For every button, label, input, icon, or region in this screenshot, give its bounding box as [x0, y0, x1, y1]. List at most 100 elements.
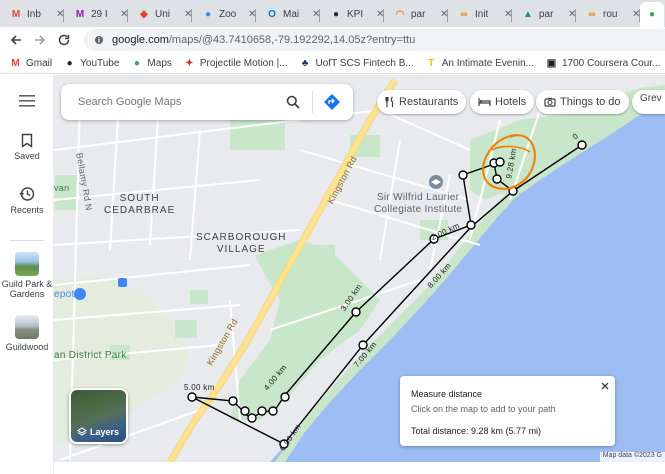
layers-label: Layers [90, 427, 120, 437]
map-attribution: Map data ©2023 G [599, 452, 665, 462]
tab-close-icon[interactable]: ✕ [56, 9, 64, 20]
tab-close-icon[interactable]: ✕ [184, 9, 192, 20]
browser-tab[interactable]: ● KPI ✕ [320, 2, 384, 27]
south-label-line: SOUTH [119, 193, 160, 204]
scarborough-label-line: SCARBOROUGH [196, 232, 287, 243]
tab-title: Mai [283, 9, 300, 20]
browser-tab[interactable]: M Inb ✕ [0, 2, 64, 27]
address-bar[interactable]: google.com/maps/@43.7410658,-79.192292,1… [84, 29, 665, 51]
recent-place-guildwood[interactable]: Guildwood [0, 315, 54, 352]
close-icon [601, 382, 609, 390]
school-label: Sir Wilfrid Laurier Collegiate Institute [374, 192, 462, 216]
bookmark-item[interactable]: ▣ 1700 Coursera Cour... [546, 58, 661, 69]
maps-pin-icon: ● [133, 57, 140, 69]
more-chip[interactable]: Grev [632, 90, 665, 114]
google-drive-icon: ▲ [523, 9, 533, 20]
saved-label: Saved [14, 151, 40, 161]
browser-tab[interactable]: ∞ rou ✕ [576, 2, 640, 27]
directions-button[interactable] [317, 87, 347, 117]
t-icon: T [428, 57, 435, 69]
tab-title: 29 I [91, 9, 108, 20]
saved-button[interactable]: Saved [0, 133, 54, 161]
orange-ring-icon: ◠ [395, 9, 405, 20]
browser-tab[interactable]: ∞ Init ✕ [448, 2, 512, 27]
reload-button[interactable] [52, 28, 76, 52]
search-icon [286, 95, 300, 109]
tab-close-icon[interactable]: ✕ [248, 9, 256, 20]
guild-park-label: Guild Park & Gardens [1, 279, 53, 299]
browser-tab[interactable]: O Mai ✕ [256, 2, 320, 27]
guild-park-thumbnail [15, 252, 39, 276]
bookmark-item[interactable]: ♣ UofT SCS Fintech B... [300, 58, 414, 69]
school-label-line2: Collegiate Institute [374, 204, 463, 215]
google-maps-icon: ● [648, 9, 656, 20]
recent-place-guild-park[interactable]: Guild Park & Gardens [0, 252, 54, 299]
bookmark-item[interactable]: M Gmail [10, 58, 52, 69]
tab-close-icon[interactable]: ✕ [568, 9, 576, 20]
browser-tab[interactable]: ◆ Uni ✕ [128, 2, 192, 27]
tab-title: Uni [155, 9, 171, 20]
coursera-icon: ∞ [588, 9, 596, 20]
directions-icon [324, 94, 340, 110]
history-icon [19, 187, 35, 201]
tab-close-icon[interactable]: ✕ [504, 9, 512, 20]
gmail-icon: M [11, 57, 20, 69]
site-info-icon [95, 36, 103, 44]
bookmark-item[interactable]: ✦ Projectile Motion |... [184, 58, 287, 69]
forward-button[interactable] [28, 28, 52, 52]
zoom-icon: ● [204, 9, 212, 20]
search-box: Search Google Maps [61, 84, 353, 120]
bed-icon [478, 98, 491, 106]
browser-toolbar: google.com/maps/@43.7410658,-79.192292,1… [0, 27, 665, 53]
search-separator [312, 91, 313, 113]
browser-tab[interactable]: M 29 I ✕ [64, 2, 128, 27]
tab-title: par [539, 9, 554, 20]
maps-window: { "browser": { "tabs": [ {"icon": "gmail… [0, 0, 665, 474]
rail-divider [10, 240, 44, 241]
hotels-chip[interactable]: Hotels [470, 90, 535, 114]
tab-title: KPI [347, 9, 364, 20]
school-label-line1: Sir Wilfrid Laurier [376, 192, 460, 203]
gitlab-icon: ◆ [140, 9, 148, 20]
back-button[interactable] [4, 28, 28, 52]
tab-close-icon[interactable]: ✕ [440, 9, 448, 20]
tab-close-icon[interactable]: ✕ [120, 9, 128, 20]
bookmark-label: UofT SCS Fintech B... [315, 57, 414, 69]
browser-tab[interactable]: ● [640, 2, 664, 27]
bookmark-item[interactable]: ● YouTube [64, 57, 120, 69]
guildwood-label: Guildwood [5, 342, 49, 352]
depot-label: epot [54, 289, 75, 300]
search-button[interactable] [278, 87, 308, 117]
things-to-do-chip[interactable]: Things to do [536, 90, 629, 114]
browser-tab[interactable]: ▲ par ✕ [512, 2, 576, 27]
bookmark-item[interactable]: ● Maps [131, 57, 172, 69]
distance-label-5: 5.00 km [184, 383, 215, 392]
depot-marker [74, 288, 86, 300]
url-path: /maps/@43.7410658,-79.192292,14.05z?entr… [168, 34, 416, 46]
tab-close-icon[interactable]: ✕ [632, 9, 640, 20]
outlook-icon: O [268, 9, 276, 20]
park-block-2 [175, 320, 197, 338]
tab-close-icon[interactable]: ✕ [312, 9, 320, 20]
things-to-do-label: Things to do [560, 96, 621, 108]
measure-close-button[interactable] [601, 379, 609, 393]
measure-hint: Click on the map to add to your path [411, 404, 556, 414]
tab-strip: M Inb ✕ M 29 I ✕ ◆ Uni ✕ ● Zoo ✕ O Mai ✕ ● KPI ✕ ◠ par ✕ ∞ Ini… [0, 0, 665, 27]
village-label-line: VILLAGE [216, 244, 266, 255]
tab-title: Zoo [219, 9, 237, 20]
tab-close-icon[interactable]: ✕ [376, 9, 384, 20]
tab-title: par [411, 9, 426, 20]
browser-tab[interactable]: ◠ par ✕ [384, 2, 448, 27]
van-label: van [54, 183, 70, 193]
layers-label-wrap: Layers [77, 427, 119, 437]
hamburger-menu-icon [19, 95, 35, 107]
bookmark-item[interactable]: T An Intimate Evenin... [426, 58, 534, 69]
search-input[interactable]: Search Google Maps [61, 96, 278, 108]
back-arrow-icon [10, 35, 21, 45]
recents-button[interactable]: Recents [0, 186, 54, 215]
menu-button[interactable] [0, 95, 54, 110]
bookmark-label: YouTube [80, 57, 120, 69]
restaurants-chip[interactable]: Restaurants [377, 90, 467, 114]
layers-button[interactable]: Layers [69, 388, 128, 444]
browser-tab[interactable]: ● Zoo ✕ [192, 2, 256, 27]
